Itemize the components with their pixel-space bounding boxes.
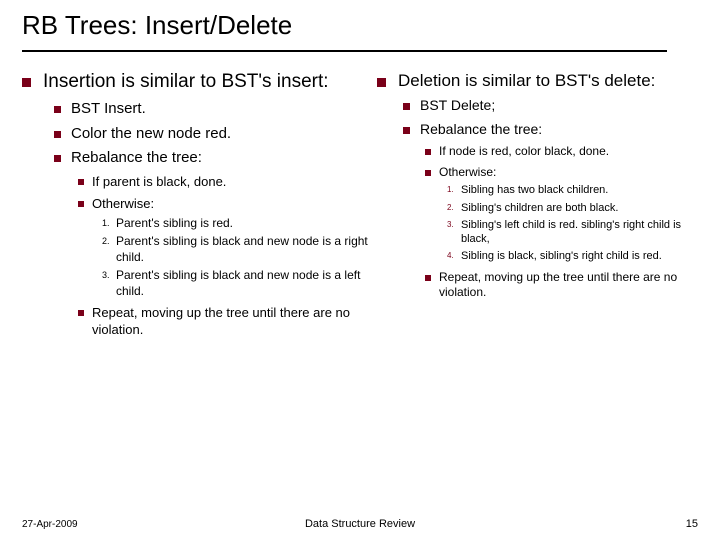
text: Parent's sibling is red.: [116, 216, 377, 232]
bullet-icon: [425, 149, 431, 155]
footer-page-number: 15: [686, 518, 698, 530]
text: Parent's sibling is black and new node i…: [116, 234, 377, 265]
bullet-icon: [78, 201, 84, 207]
list-item: Repeat, moving up the tree until there a…: [425, 270, 697, 300]
bullet-icon: [425, 170, 431, 176]
text: BST Delete;: [420, 97, 697, 115]
bullet-icon: [78, 310, 84, 316]
text: Parent's sibling is black and new node i…: [116, 268, 377, 299]
left-column: Insertion is similar to BST's insert: BS…: [22, 70, 377, 338]
text: Rebalance the tree:: [420, 121, 697, 139]
left-heading: Insertion is similar to BST's insert:: [22, 70, 377, 94]
text: Insertion is similar to BST's insert:: [43, 70, 377, 94]
list-item: If node is red, color black, done.: [425, 144, 697, 159]
slide-title: RB Trees: Insert/Delete: [22, 10, 292, 41]
bullet-icon: [54, 155, 61, 162]
number-label: 3.: [102, 270, 116, 299]
bullet-icon: [425, 275, 431, 281]
numbered-item: 3. Parent's sibling is black and new nod…: [102, 268, 377, 299]
number-label: 4.: [447, 251, 461, 263]
text: Color the new node red.: [71, 125, 377, 144]
text: Deletion is similar to BST's delete:: [398, 70, 697, 91]
list-item: Color the new node red.: [54, 125, 377, 144]
numbered-item: 4. Sibling is black, sibling's right chi…: [447, 249, 697, 263]
list-item: Rebalance the tree:: [54, 149, 377, 168]
text: If parent is black, done.: [92, 174, 377, 190]
number-label: 1.: [102, 218, 116, 232]
numbered-item: 1. Parent's sibling is red.: [102, 216, 377, 232]
text: Otherwise:: [439, 165, 697, 180]
list-item: Repeat, moving up the tree until there a…: [78, 305, 377, 338]
list-item: BST Delete;: [403, 97, 697, 115]
bullet-icon: [22, 78, 31, 87]
text: Rebalance the tree:: [71, 149, 377, 168]
list-item: Otherwise:: [425, 165, 697, 180]
numbered-item: 1. Sibling has two black children.: [447, 183, 697, 197]
number-label: 2.: [102, 236, 116, 265]
number-label: 1.: [447, 185, 461, 197]
text: Sibling's left child is red. sibling's r…: [461, 218, 697, 247]
list-item: BST Insert.: [54, 100, 377, 119]
text: BST Insert.: [71, 100, 377, 119]
number-label: 3.: [447, 220, 461, 247]
text: Sibling's children are both black.: [461, 201, 697, 215]
text: Sibling is black, sibling's right child …: [461, 249, 697, 263]
content-columns: Insertion is similar to BST's insert: BS…: [22, 70, 702, 338]
bullet-icon: [403, 127, 410, 134]
text: Sibling has two black children.: [461, 183, 697, 197]
list-item: Rebalance the tree:: [403, 121, 697, 139]
title-underline: [22, 50, 667, 52]
bullet-icon: [54, 131, 61, 138]
numbered-item: 2. Sibling's children are both black.: [447, 201, 697, 215]
text: If node is red, color black, done.: [439, 144, 697, 159]
list-item: Otherwise:: [78, 196, 377, 212]
numbered-item: 2. Parent's sibling is black and new nod…: [102, 234, 377, 265]
right-heading: Deletion is similar to BST's delete:: [377, 70, 697, 91]
text: Repeat, moving up the tree until there a…: [439, 270, 697, 300]
number-label: 2.: [447, 203, 461, 215]
bullet-icon: [54, 106, 61, 113]
bullet-icon: [403, 103, 410, 110]
bullet-icon: [377, 78, 386, 87]
list-item: If parent is black, done.: [78, 174, 377, 190]
footer-title: Data Structure Review: [0, 518, 720, 530]
text: Otherwise:: [92, 196, 377, 212]
right-column: Deletion is similar to BST's delete: BST…: [377, 70, 697, 338]
slide: RB Trees: Insert/Delete Insertion is sim…: [0, 0, 720, 540]
text: Repeat, moving up the tree until there a…: [92, 305, 377, 338]
numbered-item: 3. Sibling's left child is red. sibling'…: [447, 218, 697, 247]
bullet-icon: [78, 179, 84, 185]
